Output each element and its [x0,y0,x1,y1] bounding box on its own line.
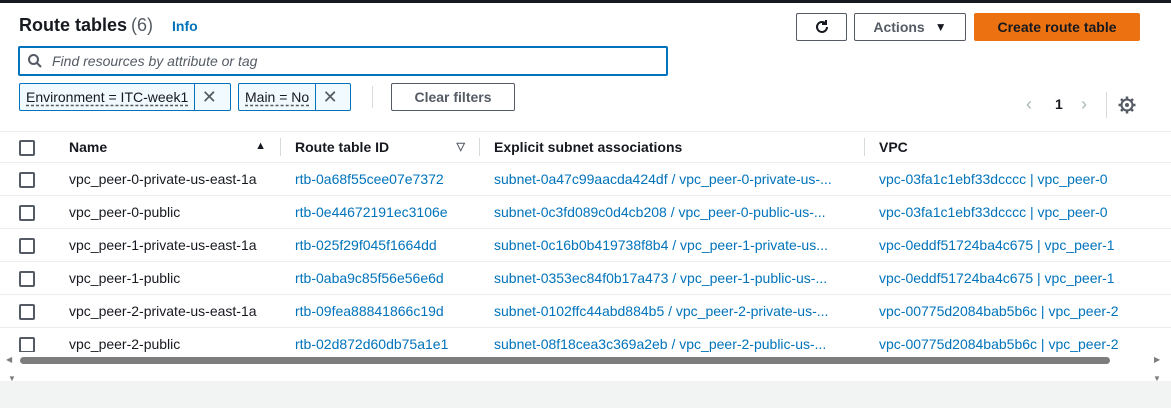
column-header-label: VPC [879,139,908,155]
row-checkbox[interactable] [19,204,35,221]
column-header-subnet-associations[interactable]: Explicit subnet associations [479,131,864,163]
name-cell: vpc_peer-2-private-us-east-1a [59,294,280,328]
subnet-association-link[interactable]: subnet-0c3fd089c0d4cb208 / vpc_peer-0-pu… [479,195,864,229]
row-checkbox[interactable] [19,237,35,254]
search-input[interactable] [50,52,666,70]
route-tables-panel: Route tables (6) Info Actions ▼ Create ro… [0,0,1171,381]
filter-token-main[interactable]: Main = No ✕ [238,83,351,111]
caret-down-icon: ▼ [934,20,947,34]
actions-dropdown[interactable]: Actions ▼ [854,13,966,41]
row-checkbox[interactable] [19,270,35,287]
filter-token-environment[interactable]: Environment = ITC-week1 ✕ [19,83,231,111]
close-icon[interactable]: ✕ [194,84,223,110]
search-icon [28,54,42,68]
route-tables-table: Name ▲ Route table ID ▽ Explicit subnet … [0,131,1171,361]
sort-ascending-icon[interactable]: ▲ [255,140,266,152]
subnet-association-link[interactable]: subnet-0a47c99aacda424df / vpc_peer-0-pr… [479,162,864,196]
table-row[interactable]: vpc_peer-2-private-us-east-1a rtb-09fea8… [0,294,1171,328]
filter-token-label[interactable]: Main = No [239,84,315,110]
route-table-id-link[interactable]: rtb-025f29f045f1664dd [280,228,479,262]
chevron-right-icon[interactable]: › [1081,94,1087,115]
name-cell: vpc_peer-0-public [59,195,280,229]
row-select-cell [0,261,59,295]
table-row[interactable]: vpc_peer-0-public rtb-0e44672191ec3106e … [0,195,1171,229]
subnet-association-link[interactable]: subnet-0c16b0b419738f8b4 / vpc_peer-1-pr… [479,228,864,262]
name-cell: vpc_peer-0-private-us-east-1a [59,162,280,196]
gear-icon[interactable] [1118,96,1136,114]
page-title: Route tables (6) [19,15,153,36]
column-header-label: Route table ID [295,139,390,155]
info-link[interactable]: Info [172,18,198,34]
filter-token-label[interactable]: Environment = ITC-week1 [20,84,194,110]
column-divider [280,138,281,156]
column-header-name[interactable]: Name ▲ [59,131,280,163]
column-divider [479,138,480,156]
route-table-id-link[interactable]: rtb-0e44672191ec3106e [280,195,479,229]
subnet-association-link[interactable]: subnet-0102ffc44abd884b5 / vpc_peer-2-pr… [479,294,864,328]
row-select-cell [0,228,59,262]
clear-filters-label: Clear filters [414,89,492,105]
route-table-id-link[interactable]: rtb-09fea88841866c19d [280,294,479,328]
sort-descending-icon[interactable]: ▽ [457,140,465,153]
actions-label: Actions [873,19,925,35]
filter-divider [372,86,373,108]
table-row[interactable]: vpc_peer-1-private-us-east-1a rtb-025f29… [0,228,1171,262]
column-header-route-table-id[interactable]: Route table ID ▽ [280,131,479,163]
scroll-down-icon[interactable]: ▼ [1153,374,1161,381]
resource-count: (6) [131,15,154,35]
column-divider [864,138,865,156]
row-select-cell [0,195,59,229]
route-table-id-link[interactable]: rtb-0a68f55cee07e7372 [280,162,479,196]
create-route-table-label: Create route table [997,19,1117,35]
top-border [0,0,1171,3]
create-route-table-button[interactable]: Create route table [974,13,1140,41]
search-box[interactable] [18,46,668,76]
pager-divider [1106,92,1107,118]
column-header-label: Name [69,139,108,155]
subnet-association-link[interactable]: subnet-0353ec84f0b17a473 / vpc_peer-1-pu… [479,261,864,295]
table-row[interactable]: vpc_peer-1-public rtb-0aba9c85f56e56e6d … [0,261,1171,295]
column-header-vpc[interactable]: VPC [864,131,1171,163]
select-all-checkbox[interactable] [19,139,35,156]
row-checkbox[interactable] [19,171,35,188]
row-checkbox[interactable] [19,303,35,320]
vpc-link[interactable]: vpc-03fa1c1ebf33dcccc | vpc_peer-0 [864,162,1171,196]
column-header-label: Explicit subnet associations [494,139,683,155]
vpc-link[interactable]: vpc-0eddf51724ba4c675 | vpc_peer-1 [864,228,1171,262]
clear-filters-button[interactable]: Clear filters [391,83,515,111]
vpc-link[interactable]: vpc-0eddf51724ba4c675 | vpc_peer-1 [864,261,1171,295]
scroll-left-icon[interactable]: ◀ [6,355,12,364]
row-checkbox[interactable] [19,336,35,353]
chevron-left-icon[interactable]: ‹ [1026,94,1032,115]
vpc-link[interactable]: vpc-03fa1c1ebf33dcccc | vpc_peer-0 [864,195,1171,229]
scrollbar-thumb[interactable] [20,357,1110,364]
row-select-cell [0,294,59,328]
vpc-link[interactable]: vpc-00775d2084bab5b6c | vpc_peer-2 [864,294,1171,328]
current-page[interactable]: 1 [1055,96,1063,112]
name-cell: vpc_peer-1-public [59,261,280,295]
route-table-id-link[interactable]: rtb-0aba9c85f56e56e6d [280,261,479,295]
table-row[interactable]: vpc_peer-0-private-us-east-1a rtb-0a68f5… [0,162,1171,196]
horizontal-scrollbar[interactable]: ◀ ▶ [0,352,1171,369]
select-all-header [0,131,59,163]
close-icon[interactable]: ✕ [315,84,344,110]
row-select-cell [0,162,59,196]
page-title-text: Route tables [19,15,128,35]
refresh-icon [815,20,828,33]
refresh-button[interactable] [796,13,847,41]
scroll-right-icon[interactable]: ▶ [1154,355,1160,364]
name-cell: vpc_peer-1-private-us-east-1a [59,228,280,262]
table-header-row: Name ▲ Route table ID ▽ Explicit subnet … [0,131,1171,163]
scroll-down-icon[interactable]: ▼ [8,374,16,381]
